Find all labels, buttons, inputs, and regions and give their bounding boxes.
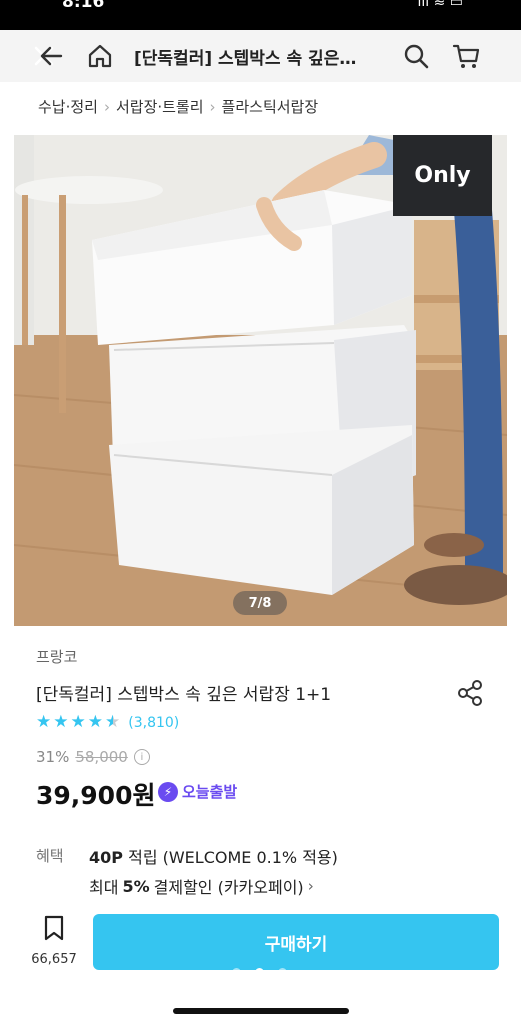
bookmark-icon <box>44 915 64 941</box>
only-badge: Only <box>393 135 492 216</box>
sale-price: 39,900원 <box>36 781 156 810</box>
breadcrumb-item-plastic-drawer[interactable]: 플라스틱서랍장 <box>222 96 319 117</box>
discount-row: 31% 58,000 i <box>36 748 150 766</box>
review-count[interactable]: (3,810) <box>128 715 179 731</box>
pager-dots <box>232 968 287 977</box>
star-icon: ★ <box>70 712 86 732</box>
star-icon: ★ <box>87 712 103 732</box>
product-title: [단독컬러] 스텝박스 속 깊은 서랍장 1+1 <box>36 685 332 705</box>
share-icon[interactable] <box>453 676 487 710</box>
search-icon[interactable] <box>398 38 434 74</box>
chevron-right-icon: › <box>103 97 110 116</box>
points-text: 적립 (WELCOME 0.1% 적용) <box>128 848 338 867</box>
home-icon[interactable] <box>82 38 118 74</box>
status-bar: 8:16 ııl ≋ ▭ <box>0 0 521 30</box>
bottom-action-bar: 66,657 구매하기 <box>0 900 521 1024</box>
star-icon: ★ <box>53 712 69 732</box>
breadcrumb: 수납·정리 › 서랍장·트롤리 › 플라스틱서랍장 <box>38 96 318 117</box>
pager-dot <box>232 968 241 977</box>
pager-dot-active <box>255 968 264 977</box>
chevron-right-icon: › <box>209 97 216 116</box>
max-prefix: 최대 <box>89 878 119 897</box>
original-price: 58,000 <box>75 748 128 766</box>
product-image-carousel[interactable]: Only 7/8 <box>14 135 507 626</box>
max-percent: 5% <box>122 876 150 896</box>
payment-discount-benefit[interactable]: 최대 5% 결제할인 (카카오페이) › <box>89 874 314 898</box>
image-page-indicator: 7/8 <box>233 591 287 615</box>
benefit-label: 혜택 <box>36 847 64 865</box>
star-icon: ★ <box>36 712 52 732</box>
bookmark-count: 66,657 <box>31 952 77 967</box>
bookmark-button[interactable]: 66,657 <box>28 914 80 967</box>
rating-row[interactable]: ★ ★ ★ ★ ★ (3,810) <box>36 714 179 731</box>
breadcrumb-item-drawer-trolley[interactable]: 서랍장·트롤리 <box>116 96 204 117</box>
buy-button[interactable]: 구매하기 <box>93 914 499 970</box>
max-text: 결제할인 (카카오페이) <box>153 878 304 897</box>
lightning-icon: ⚡ <box>158 781 178 802</box>
breadcrumb-item-storage[interactable]: 수납·정리 <box>38 96 98 117</box>
app-screen: 8:16 ııl ≋ ▭ [단독컬러] 스텝박스 속 깊은… 수납·정리 › 서… <box>0 0 521 1024</box>
cart-icon[interactable] <box>448 38 484 74</box>
back-arrow-icon[interactable] <box>32 38 68 74</box>
top-navigation-bar: [단독컬러] 스텝박스 속 깊은… <box>0 30 521 82</box>
page-title: [단독컬러] 스텝박스 속 깊은… <box>134 49 357 69</box>
discount-rate: 31% <box>36 748 70 766</box>
home-indicator <box>173 1008 349 1014</box>
points-benefit: 40P 적립 (WELCOME 0.1% 적용) <box>89 844 338 868</box>
half-star-icon: ★ <box>105 712 121 732</box>
chevron-right-icon: › <box>307 877 314 895</box>
pager-dot <box>278 968 287 977</box>
status-indicators: ııl ≋ ▭ <box>417 0 463 10</box>
brand-name[interactable]: 프랑코 <box>36 646 77 667</box>
info-icon[interactable]: i <box>133 749 150 765</box>
points-amount: 40P <box>89 848 123 867</box>
status-time: 8:16 <box>62 0 105 12</box>
today-shipping-badge: ⚡ 오늘출발 <box>158 781 237 802</box>
today-shipping-label: 오늘출발 <box>182 783 238 801</box>
